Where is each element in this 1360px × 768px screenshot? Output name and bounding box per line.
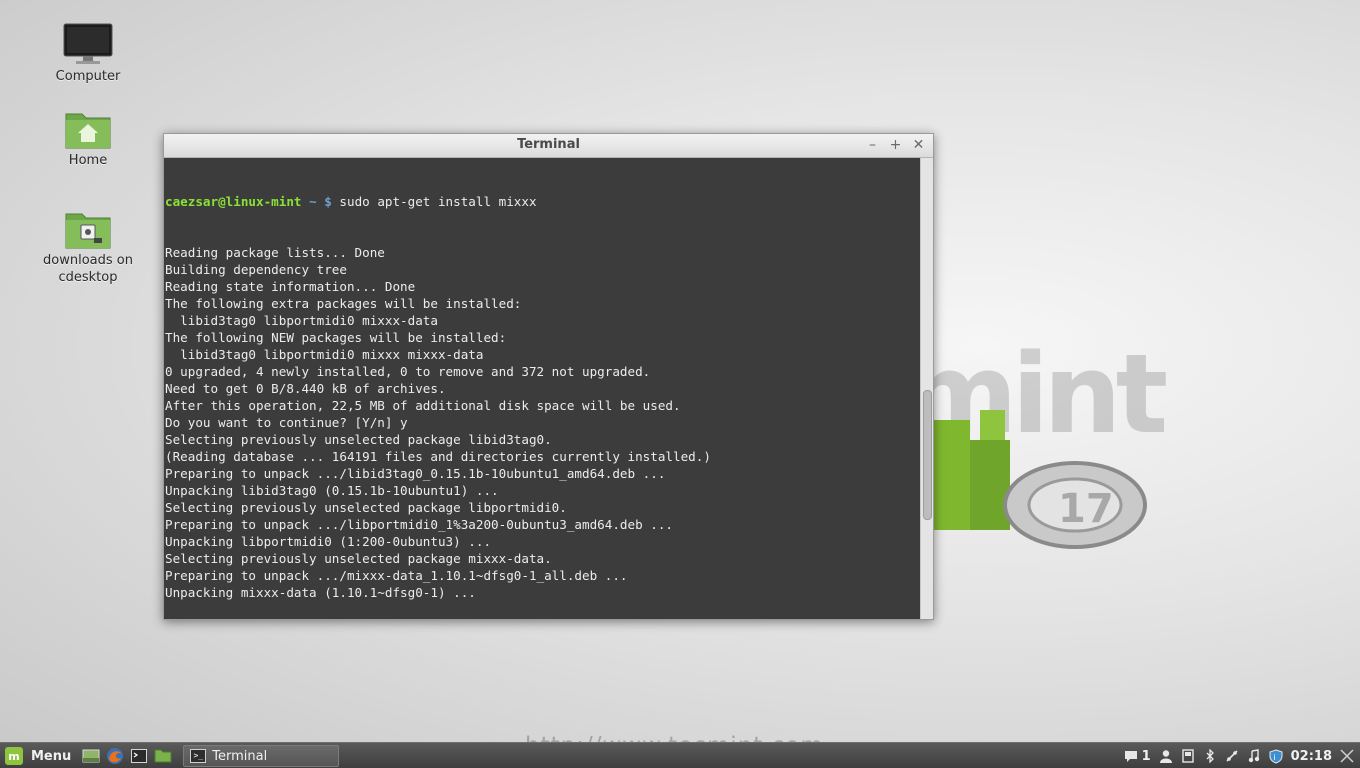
output-line: libid3tag0 libportmidi0 mixxx mixxx-data (165, 347, 484, 362)
terminal-window-icon: >_ (190, 749, 207, 763)
prompt-path: ~ $ (301, 194, 340, 209)
maximize-icon[interactable]: + (887, 136, 904, 154)
desktop-icon-label: Computer (55, 69, 121, 84)
system-tray: 1 i 02:18 (1124, 743, 1360, 768)
output-lines: Reading package lists... Done Building de… (165, 244, 921, 601)
taskbar-window-terminal[interactable]: >_ Terminal (183, 745, 340, 767)
desktop-icon-label: downloads on cdesktop (43, 253, 133, 285)
notifications-icon[interactable] (1124, 748, 1138, 764)
user-icon[interactable] (1159, 748, 1173, 764)
output-line: The following extra packages will be ins… (165, 296, 522, 311)
clock[interactable]: 02:18 (1291, 749, 1332, 764)
network-folder-icon (65, 213, 111, 249)
desktop-icon-label: Home (68, 153, 108, 168)
desktop-icon-downloads[interactable]: downloads on cdesktop (28, 208, 148, 286)
terminal-titlebar[interactable]: Terminal – + ✕ (164, 134, 933, 158)
output-line: 0 upgraded, 4 newly installed, 0 to remo… (165, 364, 651, 379)
scrollbar-thumb[interactable] (923, 390, 932, 520)
output-line: (Reading database ... 164191 files and d… (165, 449, 711, 464)
output-line: Unpacking libportmidi0 (1:200-0ubuntu3) … (165, 534, 492, 549)
network-icon[interactable] (1225, 748, 1239, 764)
output-line: Preparing to unpack .../libportmidi0_1%3… (165, 517, 673, 532)
close-icon[interactable]: ✕ (910, 136, 927, 154)
firefox-icon[interactable] (105, 747, 125, 765)
output-line: Selecting previously unselected package … (165, 551, 552, 566)
output-line: Preparing to unpack .../libid3tag0_0.15.… (165, 466, 666, 481)
mint-logo-icon: m (5, 747, 23, 765)
output-line: Selecting previously unselected package … (165, 500, 567, 515)
linux-mint-logo-icon: 17 (930, 410, 1147, 549)
output-line: Do you want to continue? [Y/n] y (165, 415, 408, 430)
panel-launchers (81, 747, 173, 765)
output-line: Reading state information... Done (165, 279, 416, 294)
terminal-output[interactable]: caezsar@linux-mint ~ $ sudo apt-get inst… (164, 158, 921, 619)
output-line: Unpacking libid3tag0 (0.15.1b-10ubuntu1)… (165, 483, 499, 498)
window-controls: – + ✕ (864, 136, 927, 154)
version-badge: 17 (1058, 486, 1114, 532)
update-shield-icon[interactable]: i (1269, 748, 1283, 764)
desktop-icon-home[interactable]: Home (28, 108, 148, 169)
home-folder-icon (65, 113, 111, 149)
minimize-icon[interactable]: – (864, 136, 881, 154)
computer-icon (63, 23, 113, 64)
notification-count: 1 (1141, 748, 1151, 764)
svg-text:i: i (1273, 753, 1275, 762)
output-line: Unpacking mixxx-data (1.10.1~dfsg0-1) ..… (165, 585, 476, 600)
output-line: Building dependency tree (165, 262, 347, 277)
output-line: Reading package lists... Done (165, 245, 385, 260)
terminal-window[interactable]: Terminal – + ✕ caezsar@linux-mint ~ $ su… (163, 133, 934, 620)
window-title: Terminal (517, 137, 580, 152)
taskbar: m Menu >_ Terminal 1 i 02:18 (0, 742, 1360, 768)
terminal-scrollbar[interactable] (920, 158, 933, 619)
output-line: Need to get 0 B/8.440 kB of archives. (165, 381, 446, 396)
menu-label: Menu (31, 748, 72, 764)
removable-drive-icon[interactable] (1181, 748, 1195, 764)
menu-button[interactable]: m Menu (0, 743, 77, 768)
output-line: libid3tag0 libportmidi0 mixxx-data (165, 313, 438, 328)
terminal-icon[interactable] (129, 747, 149, 765)
bluetooth-icon[interactable] (1203, 748, 1217, 764)
show-desktop-icon[interactable] (81, 747, 101, 765)
files-icon[interactable] (153, 747, 173, 765)
prompt-line: caezsar@linux-mint ~ $ sudo apt-get inst… (165, 193, 921, 210)
taskbar-window-label: Terminal (212, 748, 268, 764)
output-line: The following NEW packages will be insta… (165, 330, 507, 345)
output-line: After this operation, 22,5 MB of additio… (165, 398, 681, 413)
output-line: Selecting previously unselected package … (165, 432, 552, 447)
workspace-switcher-icon[interactable] (1340, 748, 1354, 764)
command-text: sudo apt-get install mixxx (339, 194, 537, 209)
desktop-icon-computer[interactable]: Computer (28, 22, 148, 85)
output-line: Preparing to unpack .../mixxx-data_1.10.… (165, 568, 628, 583)
prompt-user: caezsar@linux-mint (165, 194, 302, 209)
sound-icon[interactable] (1247, 748, 1261, 764)
